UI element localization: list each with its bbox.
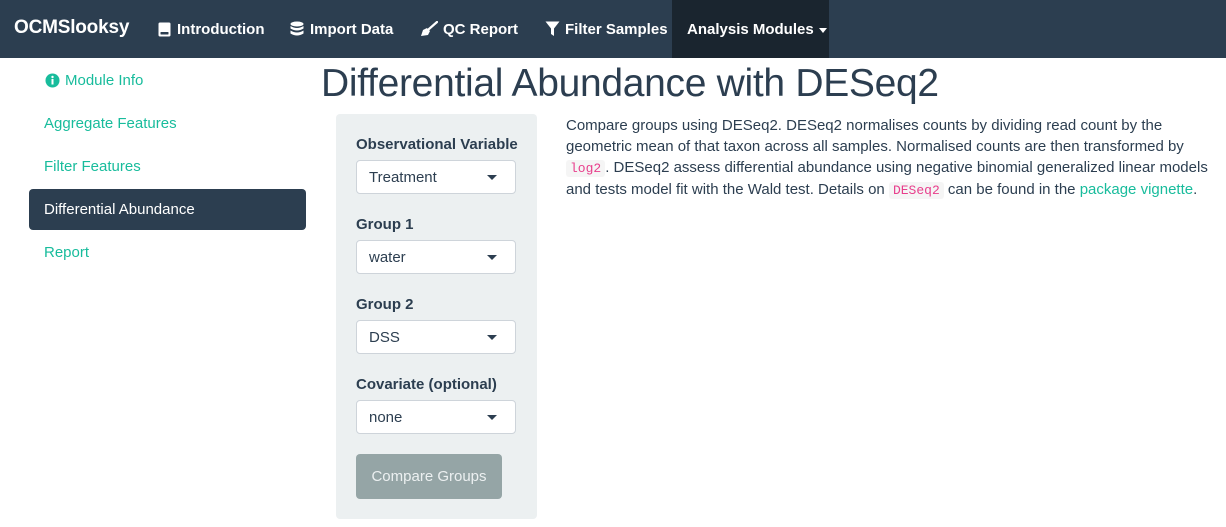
description-part4: . <box>1193 181 1198 198</box>
caret-down-icon <box>487 415 497 420</box>
caret-down-icon <box>487 175 497 180</box>
nav-analysis-modules-label: Analysis Modules <box>687 20 814 38</box>
select-value: water <box>369 249 406 266</box>
description-part3: can be found in the <box>943 181 1080 198</box>
database-icon <box>289 21 305 37</box>
caret-down-icon <box>487 335 497 340</box>
sidebar-item-report[interactable]: Report <box>44 244 89 261</box>
nav-filter-samples[interactable]: Filter Samples <box>544 0 668 58</box>
covariate-label: Covariate (optional) <box>356 376 497 393</box>
package-vignette-link[interactable]: package vignette <box>1080 181 1193 198</box>
description-text: Compare groups using DESeq2. DESeq2 norm… <box>566 115 1214 201</box>
app-brand[interactable]: OCMSlooksy <box>14 17 129 39</box>
sidebar-item-filter-features[interactable]: Filter Features <box>44 158 141 175</box>
caret-down-icon <box>487 255 497 260</box>
covariate-select[interactable]: none <box>356 400 516 434</box>
select-value: Treatment <box>369 169 437 186</box>
book-icon <box>156 21 172 37</box>
info-circle-icon <box>45 73 60 88</box>
code-deseq2: DESeq2 <box>888 182 944 199</box>
observational-variable-select[interactable]: Treatment <box>356 160 516 194</box>
broom-icon <box>420 21 438 37</box>
sidebar-item-differential-abundance[interactable]: Differential Abundance <box>29 189 306 230</box>
caret-down-icon <box>818 27 827 33</box>
top-navbar: OCMSlooksy Introduction Import Data QC R… <box>0 0 1226 58</box>
group1-select[interactable]: water <box>356 240 516 274</box>
nav-introduction-label: Introduction <box>177 20 265 38</box>
code-log2: log2 <box>566 160 606 177</box>
group1-label: Group 1 <box>356 216 414 233</box>
sidebar-item-module-info[interactable]: Module Info <box>45 72 143 89</box>
observational-variable-label: Observational Variable <box>356 136 518 153</box>
sidebar-item-label: Module Info <box>65 72 144 89</box>
select-value: DSS <box>369 329 400 346</box>
nav-qc-report-label: QC Report <box>443 20 518 38</box>
select-value: none <box>369 409 403 426</box>
page-title: Differential Abundance with DESeq2 <box>321 62 939 105</box>
group2-select[interactable]: DSS <box>356 320 516 354</box>
sidebar-item-aggregate-features[interactable]: Aggregate Features <box>44 115 177 132</box>
nav-analysis-modules[interactable]: Analysis Modules <box>672 0 829 58</box>
nav-qc-report[interactable]: QC Report <box>420 0 518 58</box>
nav-import-data[interactable]: Import Data <box>289 0 393 58</box>
description-part1: Compare groups using DESeq2. DESeq2 norm… <box>566 117 1184 155</box>
compare-groups-button[interactable]: Compare Groups <box>356 454 502 499</box>
nav-filter-samples-label: Filter Samples <box>565 20 668 38</box>
nav-introduction[interactable]: Introduction <box>156 0 264 58</box>
filter-icon <box>544 21 560 37</box>
nav-import-data-label: Import Data <box>310 20 394 38</box>
group2-label: Group 2 <box>356 296 414 313</box>
